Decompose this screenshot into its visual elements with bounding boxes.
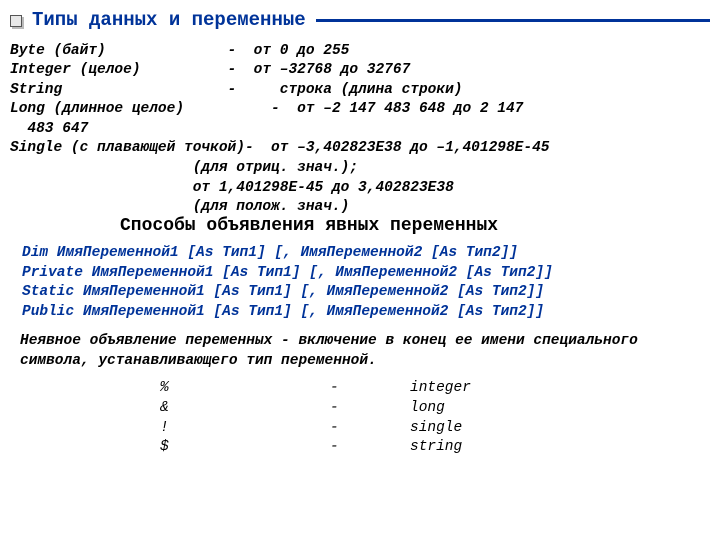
symbol-dash: - [330, 438, 410, 458]
symbol-type: integer [410, 379, 471, 399]
declare-title: Способы объявления явных переменных [120, 214, 710, 238]
symbol-dash: - [330, 419, 410, 439]
symbol-row: $ - string [160, 438, 710, 458]
section-title-row: Типы данных и переменные [10, 8, 710, 34]
implicit-declaration-text: Неявное объявление переменных - включени… [20, 332, 700, 371]
data-types-list: Byte (байт) - от 0 до 255 Integer (целое… [10, 42, 710, 218]
symbol-row: % - integer [160, 379, 710, 399]
title-underline [316, 19, 710, 22]
symbol-char: ! [160, 419, 330, 439]
title-text: Типы данных и переменные [32, 8, 306, 34]
symbol-char: % [160, 379, 330, 399]
symbol-char: & [160, 399, 330, 419]
symbol-row: ! - single [160, 419, 710, 439]
symbol-dash: - [330, 379, 410, 399]
symbol-dash: - [330, 399, 410, 419]
symbol-row: & - long [160, 399, 710, 419]
bullet-icon [10, 15, 22, 27]
declaration-syntax: Dim ИмяПеременной1 [As Тип1] [, ИмяПерем… [22, 244, 710, 322]
symbol-char: $ [160, 438, 330, 458]
symbol-type: single [410, 419, 462, 439]
symbol-table: % - integer & - long ! - single $ - stri… [10, 379, 710, 457]
symbol-type: string [410, 438, 462, 458]
symbol-type: long [410, 399, 445, 419]
